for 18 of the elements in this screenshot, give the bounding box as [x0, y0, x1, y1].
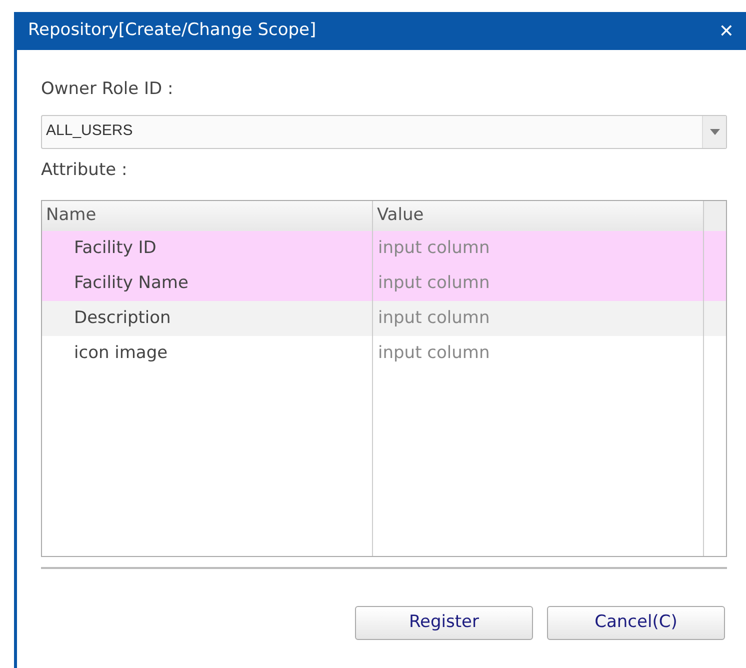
- table-cell[interactable]: Description: [42, 301, 373, 336]
- owner-role-dropdown[interactable]: ALL_USERS: [41, 114, 727, 148]
- attribute-label: Attribute :: [41, 158, 128, 182]
- dropdown-value: ALL_USERS: [45, 121, 134, 142]
- row-filler: [704, 301, 726, 336]
- close-button[interactable]: ✕: [718, 18, 734, 44]
- owner-role-label: Owner Role ID :: [41, 78, 174, 101]
- row-filler: [704, 231, 726, 266]
- dialog-button[interactable]: Register: [355, 606, 533, 640]
- dialog-button[interactable]: Cancel(C): [547, 606, 725, 640]
- column-header[interactable]: Value: [373, 201, 704, 231]
- caret-icon: [702, 116, 726, 148]
- column-header[interactable]: Name: [42, 201, 373, 231]
- row-filler: [704, 266, 726, 301]
- table-cell[interactable]: Facility Name: [42, 266, 373, 301]
- table-cell[interactable]: Facility ID: [42, 231, 373, 266]
- window-title: Repository[Create/Change Scope]: [28, 19, 316, 42]
- header-filler: [704, 201, 726, 231]
